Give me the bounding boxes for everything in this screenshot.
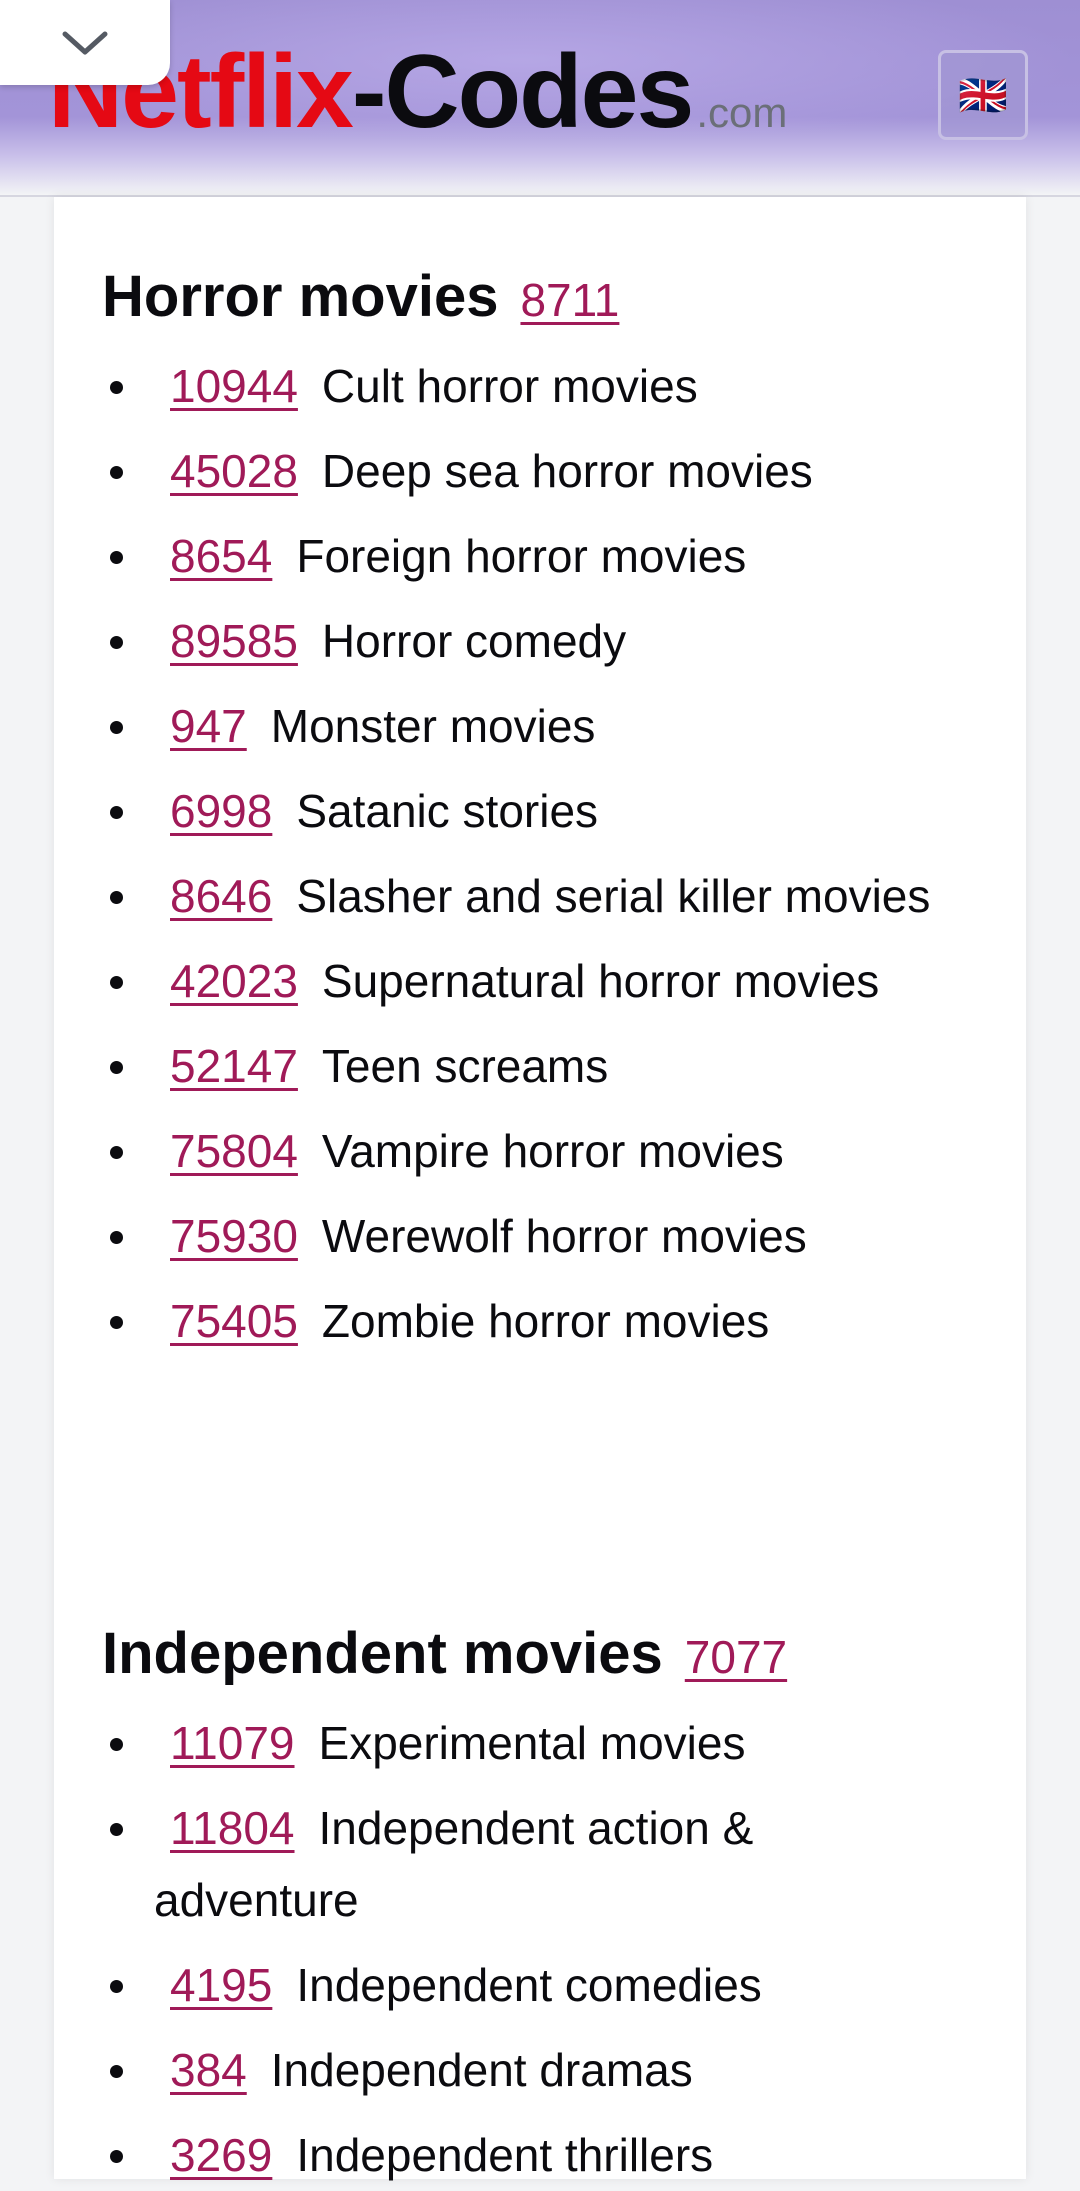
bullet [110,1980,123,1993]
section-code-link[interactable]: 8711 [520,274,619,326]
bullet [110,976,123,989]
category-label: Independent dramas [270,2044,693,2096]
code-link[interactable]: 384 [170,2044,247,2096]
category-label: Supernatural horror movies [321,955,880,1007]
section-code-link[interactable]: 7077 [685,1631,787,1683]
list-item: 10944 Cult horror movies [104,350,954,422]
bullet [110,381,123,394]
code-link[interactable]: 3269 [170,2129,272,2181]
bullet [110,721,123,734]
bullet [110,891,123,904]
code-link[interactable]: 75804 [170,1125,298,1177]
logo-codes: -Codes [351,34,694,150]
bullet [110,806,123,819]
list-item: 45028 Deep sea horror movies [104,435,954,507]
section-horror: Horror movies 8711 10944 Cult horror movie… [102,262,954,1357]
bullet [110,1823,123,1836]
list-item: 11804 Independent action & adventure [104,1792,954,1936]
list-item: 8654 Foreign horror movies [104,520,954,592]
category-label: Monster movies [270,700,596,752]
section-independent: Independent movies 7077 11079 Experimental… [102,1619,954,2191]
section-title-text: Independent movies [102,1621,663,1686]
code-link[interactable]: 4195 [170,1959,272,2011]
bullet [110,1061,123,1074]
code-link[interactable]: 75405 [170,1295,298,1347]
list-item: 947 Monster movies [104,690,954,762]
code-link[interactable]: 8646 [170,870,272,922]
category-label: Foreign horror movies [296,530,747,582]
list-item: 75405 Zombie horror movies [104,1285,954,1357]
category-label: Horror comedy [321,615,627,667]
bullet [110,2150,123,2163]
category-label: Satanic stories [296,785,599,837]
list-item: 4195 Independent comedies [104,1949,954,2021]
bullet [110,1316,123,1329]
content-card: Horror movies 8711 10944 Cult horror movie… [54,197,1026,2181]
code-link[interactable]: 42023 [170,955,298,1007]
list-item: 8646 Slasher and serial killer movies [104,860,954,932]
list-item: 384 Independent dramas [104,2034,954,2106]
section-title-text: Horror movies [102,264,499,329]
logo-suffix: .com [696,89,788,136]
list-item: 6998 Satanic stories [104,775,954,847]
section-title: Horror movies 8711 [102,262,954,335]
language-button[interactable]: 🇬🇧 [938,50,1028,140]
code-link[interactable]: 6998 [170,785,272,837]
code-link[interactable]: 52147 [170,1040,298,1092]
code-link[interactable]: 11804 [170,1802,295,1854]
list-item: 75930 Werewolf horror movies [104,1200,954,1272]
section-title: Independent movies 7077 [102,1619,954,1692]
category-label: Teen screams [321,1040,609,1092]
bullet [110,551,123,564]
collapse-tab[interactable] [0,0,170,85]
category-label: Zombie horror movies [321,1295,770,1347]
list-item: 52147 Teen screams [104,1030,954,1102]
uk-flag-icon: 🇬🇧 [958,73,1008,118]
category-label: Vampire horror movies [321,1125,784,1177]
category-label: Cult horror movies [321,360,698,412]
list-item: 3269 Independent thrillers [104,2119,954,2191]
bullet [110,1146,123,1159]
code-link[interactable]: 8654 [170,530,272,582]
bullet [110,2065,123,2078]
bullet [110,466,123,479]
code-link[interactable]: 11079 [170,1717,295,1769]
code-link[interactable]: 10944 [170,360,298,412]
list-item: 89585 Horror comedy [104,605,954,677]
category-label: Independent comedies [296,1959,762,2011]
bullet [110,1738,123,1751]
category-label: Independent thrillers [296,2129,714,2181]
code-list: 11079 Experimental movies 11804 Independen… [102,1707,954,2191]
bullet [110,1231,123,1244]
code-link[interactable]: 947 [170,700,247,752]
chevron-down-icon [62,31,108,54]
code-list: 10944 Cult horror movies 45028 Deep sea ho… [102,350,954,1357]
category-label: Werewolf horror movies [321,1210,807,1262]
code-link[interactable]: 45028 [170,445,298,497]
category-label: Deep sea horror movies [321,445,813,497]
list-item: 11079 Experimental movies [104,1707,954,1779]
bullet [110,636,123,649]
list-item: 75804 Vampire horror movies [104,1115,954,1187]
category-label: Slasher and serial killer movies [296,870,931,922]
code-link[interactable]: 75930 [170,1210,298,1262]
category-label: Experimental movies [318,1717,746,1769]
code-link[interactable]: 89585 [170,615,298,667]
list-item: 42023 Supernatural horror movies [104,945,954,1017]
